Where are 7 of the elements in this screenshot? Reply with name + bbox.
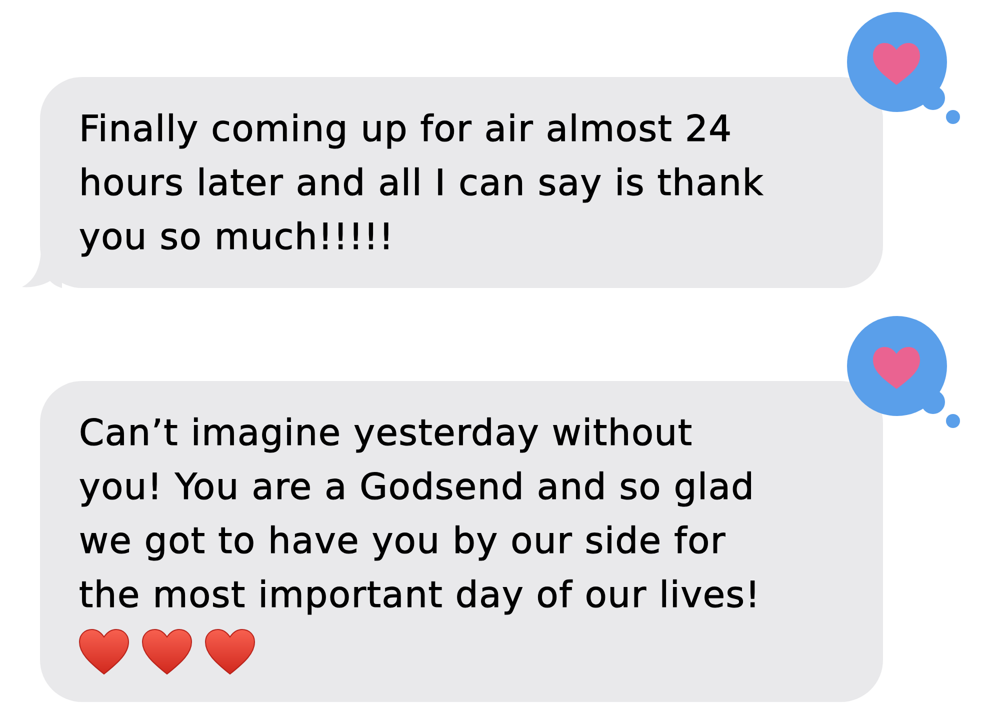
heart-emoji-icon [79, 629, 129, 675]
heart-emoji-icon [205, 629, 255, 675]
heart-reaction-icon[interactable] [847, 12, 960, 124]
message-text: Can’t imagine yesterday without you! You are a Godsend and so glad we got to have you by our side for the most important day of our lives! [79, 412, 762, 618]
heart-emoji-icon [142, 629, 192, 675]
message-text: Finally coming up for air almost 24 hours later and all I can say is thank you so much!!!!! [79, 108, 765, 260]
heart-reaction-icon[interactable] [847, 316, 960, 428]
